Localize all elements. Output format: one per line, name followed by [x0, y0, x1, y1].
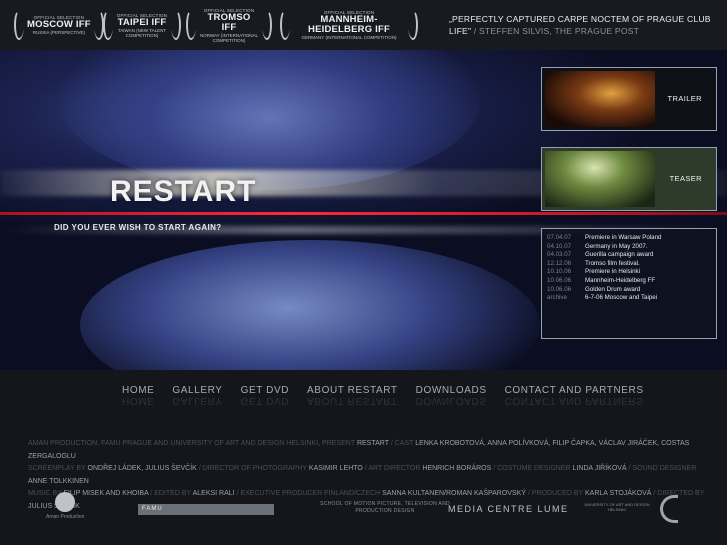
- festival-sub: NORWAY (INTERNATIONAL COMPETITION): [199, 32, 258, 43]
- school-logo[interactable]: SCHOOL OF MOTION PICTURE, TELEVISION AND…: [320, 501, 450, 515]
- aman-logo-icon: [55, 492, 76, 512]
- news-item[interactable]: 07.04.07 Premiere in Warsaw Poland: [547, 234, 711, 243]
- trailer-thumbnail: [545, 71, 655, 127]
- hero-image-lower-face: [80, 240, 540, 370]
- nav-about-restart[interactable]: ABOUT RESTART: [307, 385, 398, 396]
- credit-text: / SOUND DESIGNER: [628, 465, 697, 473]
- aman-logo-text: Aman Production: [46, 514, 85, 520]
- festival-name: TAIPEI IFF: [117, 16, 167, 28]
- film-tagline: DID YOU EVER WISH TO START AGAIN?: [54, 223, 222, 232]
- quote-separator: /: [471, 26, 479, 36]
- news-date: 04.03.07: [547, 251, 572, 259]
- news-date: 07.04.07: [547, 234, 572, 241]
- festival-laurel-mannheim: OFFICIAL SELECTION MANNHEIM-HEIDELBERG I…: [280, 8, 420, 42]
- nav-home[interactable]: HOME: [122, 385, 154, 396]
- trailer-button[interactable]: TRAILER: [541, 67, 717, 131]
- news-text: Germany in May 2007.: [585, 242, 648, 250]
- credit-name: KASIMIR LEHTO: [308, 465, 363, 473]
- festival-sub: TAIWAN (NEW TALENT COMPETITION): [117, 27, 167, 38]
- nav-gallery[interactable]: GALLERY: [172, 385, 222, 396]
- news-item[interactable]: 10.06.06 Mannheim-Heidelberg FF: [547, 277, 711, 286]
- news-text: Premiere in Helsinki: [585, 268, 641, 276]
- laurel-left-icon: [14, 10, 24, 40]
- news-text: Tromso film festival.: [585, 259, 640, 267]
- trailer-label: TRAILER: [667, 94, 702, 103]
- news-panel: 07.04.07 Premiere in Warsaw Poland 04.10.…: [541, 228, 717, 339]
- hero-image-upper-face: [60, 50, 480, 190]
- news-item[interactable]: 04.03.07 Guerilla campaign award: [547, 251, 711, 260]
- main-nav: HOME GALLERY GET DVD ABOUT RESTART DOWNL…: [122, 385, 644, 396]
- top-bar: OFFICIAL SELECTION MOSCOW IFF RUSSIA (PE…: [0, 0, 727, 50]
- credit-text: SCREENPLAY BY: [28, 465, 86, 473]
- credit-name: HENRICH BORÁROS: [422, 465, 492, 473]
- teaser-label: TEASER: [669, 174, 702, 183]
- credit-text: / CAST: [390, 440, 414, 447]
- news-item[interactable]: 12.12.06 Tromso film festival.: [547, 260, 711, 269]
- nav-downloads[interactable]: DOWNLOADS: [416, 385, 487, 396]
- credit-name: RESTART: [356, 440, 389, 447]
- credit-name: LINDA JIŘÍKOVÁ: [572, 465, 627, 473]
- famu-logo[interactable]: FAMU: [138, 504, 274, 515]
- teaser-button[interactable]: TEASER: [541, 147, 717, 211]
- festival-name: MANNHEIM-HEIDELBERG IFF: [308, 14, 390, 35]
- festival-laurel-moscow: OFFICIAL SELECTION MOSCOW IFF RUSSIA (PE…: [14, 8, 104, 42]
- nav-contact-partners[interactable]: CONTACT AND PARTNERS: [505, 385, 644, 396]
- media-centre-lume-logo[interactable]: MEDIA CENTRE LUME: [448, 504, 569, 514]
- laurel-left-icon: [186, 10, 196, 40]
- news-date: 10.06.06: [547, 276, 572, 284]
- news-date: 04.10.07: [547, 242, 572, 250]
- press-quote: „PERFECTLY CAPTURED CARPE NOCTEM OF PRAG…: [449, 13, 719, 37]
- festival-laurel-tromso: OFFICIAL SELECTION TROMSO IFF NORWAY (IN…: [186, 8, 274, 43]
- credit-text: / DIRECTOR OF PHOTOGRAPHY: [198, 465, 307, 473]
- uiah-mark-icon: [660, 495, 678, 523]
- credit-text: AMAN PRODUCTION, FAMU PRAGUE AND UNIVERS…: [28, 440, 355, 447]
- festival-sub: RUSSIA (PERSPECTIVE): [32, 30, 85, 35]
- uiah-logo[interactable]: UNIVERSITY OF ART AND DESIGN HELSINKI: [582, 502, 652, 512]
- news-date: 10.06.06: [547, 285, 572, 293]
- quote-attribution: STEFFEN SILVIS, THE PRAGUE POST: [478, 26, 640, 36]
- laurel-left-icon: [280, 10, 290, 40]
- news-date: 12.12.06: [547, 259, 572, 267]
- nav-get-dvd[interactable]: GET DVD: [241, 385, 289, 396]
- news-text: Premiere in Warsaw Poland: [585, 234, 662, 241]
- laurel-right-icon: [262, 10, 272, 40]
- news-item[interactable]: 10.06.06 Golden Drum award: [547, 286, 711, 295]
- news-text: Golden Drum award: [585, 285, 641, 293]
- aman-production-logo[interactable]: Aman Production: [46, 492, 84, 520]
- laurel-right-icon: [408, 10, 418, 40]
- laurel-left-icon: [103, 10, 113, 40]
- credit-name: ONDŘEJ LÁDEK, JULIUS ŠEVČÍK: [87, 465, 197, 473]
- festival-sub: GERMANY (INTERNATIONAL COMPETITION): [301, 35, 397, 40]
- credit-text: / ART DIRECTOR: [364, 465, 421, 473]
- news-text: Guerilla campaign award: [585, 251, 654, 259]
- news-text: 6-7-06 Moscow and Taipei: [585, 294, 658, 302]
- news-date: archive: [547, 294, 567, 302]
- credit-text: / COSTUME DESIGNER: [493, 465, 571, 473]
- news-text: Mannheim-Heidelberg FF: [585, 276, 656, 284]
- news-date: 10.10.06: [547, 268, 572, 276]
- teaser-thumbnail: [545, 151, 655, 207]
- news-item[interactable]: 04.10.07 Germany in May 2007.: [547, 243, 711, 252]
- credit-name: ANNE TOLKKINEN: [28, 477, 89, 485]
- news-item-archive[interactable]: archive 6-7-06 Moscow and Taipei: [547, 294, 711, 303]
- news-item[interactable]: 10.10.06 Premiere in Helsinki: [547, 268, 711, 277]
- festival-laurel-taipei: OFFICIAL SELECTION TAIPEI IFF TAIWAN (NE…: [103, 8, 183, 42]
- festival-name: MOSCOW IFF: [27, 19, 91, 30]
- red-streak: [0, 212, 727, 215]
- film-title: RESTART: [110, 175, 257, 208]
- festival-name: TROMSO IFF: [207, 11, 251, 33]
- partner-logos: Aman Production FAMU SCHOOL OF MOTION PI…: [0, 492, 727, 530]
- laurel-right-icon: [171, 10, 181, 40]
